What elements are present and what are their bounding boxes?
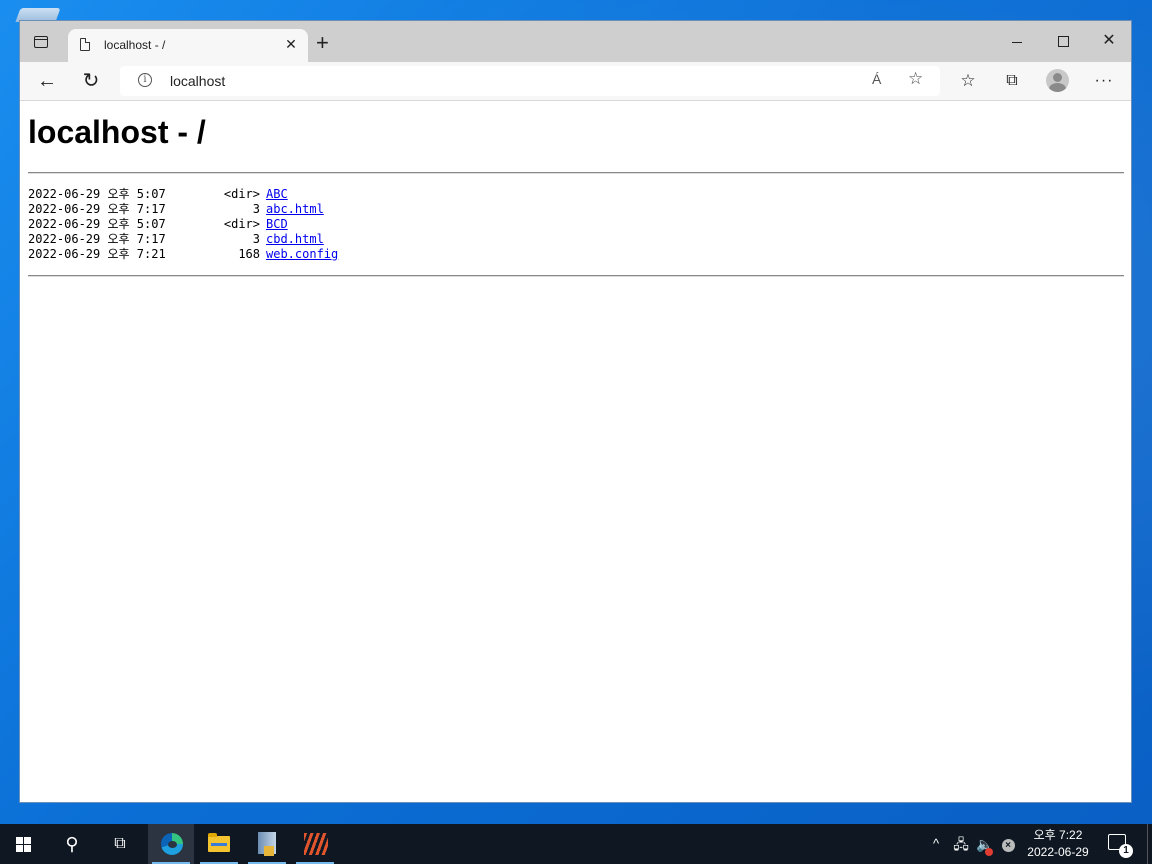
entry-date: 2022-06-29 오후 5:07 <box>28 217 166 231</box>
tab-actions-icon[interactable] <box>34 36 48 48</box>
list-item: 2022-06-29 오후 7:17 3 cbd.html <box>28 232 338 247</box>
volume-icon[interactable]: 🔈 <box>974 824 996 864</box>
file-explorer-button[interactable] <box>196 824 242 864</box>
entry-link[interactable]: cbd.html <box>266 232 324 247</box>
site-info-icon[interactable]: i <box>138 73 152 87</box>
entry-link[interactable]: BCD <box>266 217 288 232</box>
show-desktop-button[interactable] <box>1147 824 1148 864</box>
refresh-button[interactable]: ↻ <box>80 70 102 92</box>
list-item: 2022-06-29 오후 7:17 3 abc.html <box>28 202 338 217</box>
favorites-icon[interactable]: ☆ <box>957 70 979 92</box>
windows-logo-icon <box>24 845 31 852</box>
divider-bottom <box>28 275 1124 277</box>
tab-title: localhost - / <box>104 38 166 52</box>
read-aloud-icon[interactable]: Á <box>872 71 881 87</box>
entry-date: 2022-06-29 오후 7:17 <box>28 232 166 246</box>
browser-window: localhost - / ✕ + ✕ ← ↻ i localhost Á ☆… <box>19 20 1132 803</box>
more-menu-icon[interactable]: ··· <box>1093 70 1115 92</box>
divider-top <box>28 172 1124 174</box>
start-button[interactable] <box>0 824 48 864</box>
windows-logo-icon <box>16 845 23 852</box>
entry-size: <dir> <box>223 187 260 201</box>
folder-icon <box>208 833 230 852</box>
tab-localhost[interactable]: localhost - / ✕ <box>68 29 308 62</box>
task-view-icon[interactable]: ⧉ <box>100 824 140 864</box>
error-glyph: × <box>1001 839 1015 852</box>
app-button[interactable] <box>292 824 338 864</box>
entry-size: 168 <box>238 247 260 261</box>
tab-close-icon[interactable]: ✕ <box>284 36 298 53</box>
entry-size: <dir> <box>223 217 260 231</box>
edge-app-button[interactable] <box>148 824 194 864</box>
back-button[interactable]: ← <box>36 70 58 92</box>
browser-toolbar: ← ↻ i localhost Á ☆ ☆ ⧉ ··· <box>20 62 1131 101</box>
tab-strip: localhost - / ✕ + ✕ <box>20 21 1131 62</box>
close-window-button[interactable]: ✕ <box>1086 31 1132 53</box>
collections-icon[interactable]: ⧉ <box>1001 70 1023 92</box>
show-hidden-icons-chevron-icon[interactable]: ^ <box>926 824 946 864</box>
entry-date: 2022-06-29 오후 5:07 <box>28 187 166 201</box>
address-bar[interactable]: i localhost Á ☆ <box>120 66 940 96</box>
list-item: 2022-06-29 오후 7:21 168 web.config <box>28 247 338 262</box>
notification-count-badge: 1 <box>1119 844 1133 858</box>
page-icon <box>80 38 90 51</box>
windows-logo-icon <box>24 837 31 844</box>
page-content: localhost - / 2022-06-29 오후 5:07 <dir> ABC… <box>20 101 1131 802</box>
search-icon[interactable]: ⚲ <box>52 824 92 864</box>
network-icon[interactable]: 🖧 <box>950 824 972 864</box>
maximize-button[interactable] <box>1040 31 1086 53</box>
list-item: 2022-06-29 오후 5:07 <dir> BCD <box>28 217 338 232</box>
entry-size: 3 <box>252 232 260 246</box>
taskbar-clock[interactable]: 오후 7:22 2022-06-29 <box>1022 827 1094 861</box>
app-icon <box>304 833 328 855</box>
clock-date: 2022-06-29 <box>1027 845 1089 859</box>
entry-link[interactable]: abc.html <box>266 202 324 217</box>
entry-date: 2022-06-29 오후 7:17 <box>28 202 166 216</box>
entry-link[interactable]: web.config <box>266 247 338 262</box>
page-title: localhost - / <box>28 114 206 150</box>
error-status-icon[interactable]: × <box>998 824 1018 864</box>
edge-icon <box>161 833 183 855</box>
volume-muted-badge <box>985 848 993 856</box>
entry-link[interactable]: ABC <box>266 187 288 202</box>
directory-listing: 2022-06-29 오후 5:07 <dir> ABC 2022-06-29 오후… <box>28 187 338 262</box>
server-manager-icon <box>258 832 276 856</box>
windows-logo-icon <box>16 837 23 844</box>
add-favorite-icon[interactable]: ☆ <box>908 69 923 89</box>
entry-date: 2022-06-29 오후 7:21 <box>28 247 166 261</box>
minimize-button[interactable] <box>994 31 1040 53</box>
entry-size: 3 <box>252 202 260 216</box>
new-tab-button[interactable]: + <box>316 32 329 54</box>
taskbar: ⚲ ⧉ ^ 🖧 🔈 × 오후 7:22 2022-06-29 1 <box>0 824 1152 864</box>
server-manager-button[interactable] <box>244 824 290 864</box>
profile-avatar[interactable] <box>1046 69 1069 92</box>
list-item: 2022-06-29 오후 5:07 <dir> ABC <box>28 187 338 202</box>
address-text[interactable]: localhost <box>170 73 225 89</box>
clock-time: 오후 7:22 <box>1033 828 1083 842</box>
